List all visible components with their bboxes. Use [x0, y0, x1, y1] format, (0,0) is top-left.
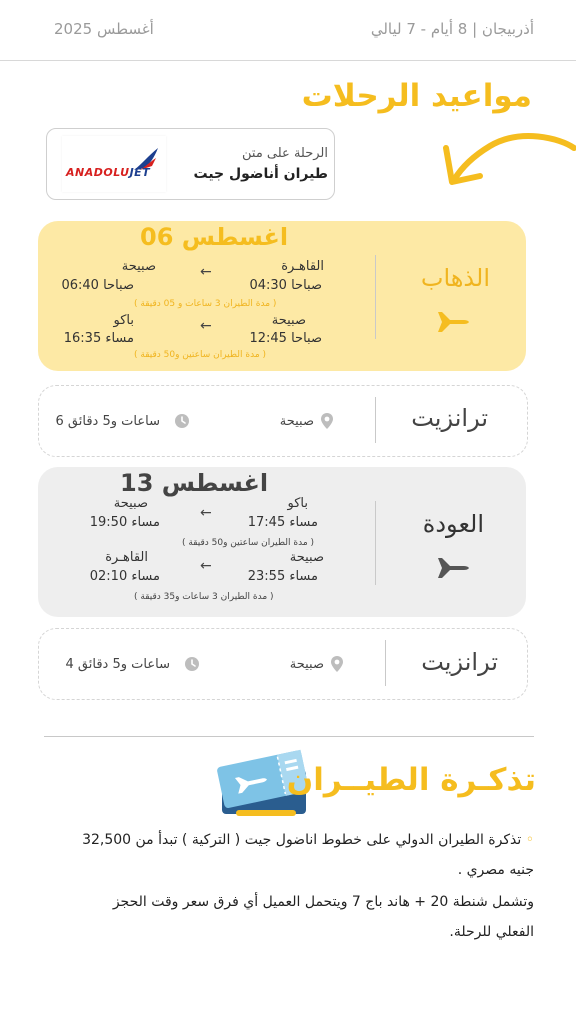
- transit1-city: صبيحة: [279, 414, 314, 429]
- divider: [375, 501, 376, 585]
- out-leg1-from-city: القاهـرة: [281, 259, 324, 274]
- bullet-icon: ◦: [525, 832, 534, 848]
- transit2-label: ترانزيت: [421, 648, 498, 676]
- out-leg1-duration: ( مدة الطيران 3 ساعات و 05 دقيقة ): [134, 299, 277, 309]
- logo-text-a: ANADOLU: [66, 166, 130, 179]
- ret-leg2-duration: ( مدة الطيران 3 ساعات و35 دقيقة ): [134, 592, 274, 602]
- transit1-duration: 6 ساعات و5 دقائق: [55, 414, 160, 429]
- left-arrow-icon: ←: [200, 505, 212, 521]
- ticket-line-2: جنيه مصري .: [457, 862, 534, 878]
- divider: [375, 397, 376, 443]
- clock-icon: [185, 657, 199, 671]
- out-leg2-duration: ( مدة الطيران ساعتين و50 دقيقة ): [134, 350, 267, 360]
- divider: [375, 255, 376, 339]
- location-pin-icon: [331, 656, 343, 672]
- divider: [385, 640, 386, 686]
- logo-text-b: JET: [129, 166, 151, 179]
- transit2-city: صبيحة: [289, 657, 324, 672]
- airline-name: طيران أناضول جيت: [193, 166, 329, 182]
- left-arrow-icon: ←: [200, 264, 212, 280]
- section-divider: [44, 736, 534, 737]
- out-leg1-to-time: 06:40 صباحا: [61, 278, 134, 293]
- ret-leg2-from-time: 23:55 مساء: [247, 569, 318, 584]
- ret-leg1-duration: ( مدة الطيران ساعتين و50 دقيقة ): [182, 538, 315, 548]
- out-leg1-from-time: 04:30 صباحا: [249, 278, 322, 293]
- ticket-line-1: ◦ تذكرة الطيران الدولي على خطوط اناضول ج…: [34, 826, 534, 854]
- out-leg2-from-city: صبيحة: [271, 313, 306, 328]
- left-arrow-icon: ←: [200, 558, 212, 574]
- location-pin-icon: [321, 413, 333, 429]
- ret-leg1-from-city: باكو: [287, 496, 308, 511]
- out-leg2-to-time: 16:35 مساء: [63, 331, 134, 346]
- ticket-line-4: الفعلي للرحلة.: [449, 924, 534, 940]
- trip-info: أذربيجان | 8 أيام - 7 ليالي: [370, 20, 534, 38]
- airplane-icon: [434, 558, 469, 578]
- airline-on-label: الرحلة على متن: [242, 146, 328, 161]
- return-label: العودة: [422, 510, 484, 538]
- transit1-label: ترانزيت: [411, 404, 488, 432]
- left-arrow-icon: ←: [200, 318, 212, 334]
- return-date: 13 اغسطس: [120, 469, 269, 497]
- ret-leg1-to-time: 19:50 مساء: [89, 515, 160, 530]
- hand-drawn-arrow-icon: [443, 133, 576, 185]
- clock-icon: [175, 414, 189, 428]
- outbound-date: 06 اغسطس: [140, 223, 289, 251]
- ret-leg1-to-city: صبيحة: [113, 496, 148, 511]
- out-leg2-to-city: باكو: [113, 313, 134, 328]
- month-year: أغسطس 2025: [54, 20, 154, 38]
- ticket-line-1-text: تذكرة الطيران الدولي على خطوط اناضول جيت…: [82, 832, 522, 848]
- ticket-title: تذكـرة الطيــران: [286, 762, 536, 798]
- airline-logo: ANADOLUJET: [62, 136, 166, 192]
- ret-leg2-from-city: صبيحة: [289, 550, 324, 565]
- ticket-line-3: وتشمل شنطة 20 + هاند باج 7 ويتحمل العميل…: [112, 894, 534, 910]
- transit2-duration: 4 ساعات و5 دقائق: [65, 657, 170, 672]
- out-leg2-from-time: 12:45 صباحا: [249, 331, 322, 346]
- ret-leg1-from-time: 17:45 مساء: [247, 515, 318, 530]
- ret-leg2-to-city: القاهـرة: [105, 550, 148, 565]
- ret-leg2-to-time: 02:10 مساء: [89, 569, 160, 584]
- out-leg1-to-city: صبيحة: [121, 259, 156, 274]
- airplane-icon: [434, 312, 469, 332]
- outbound-label: الذهاب: [420, 264, 490, 292]
- schedule-title: مواعيد الرحلات: [301, 78, 532, 114]
